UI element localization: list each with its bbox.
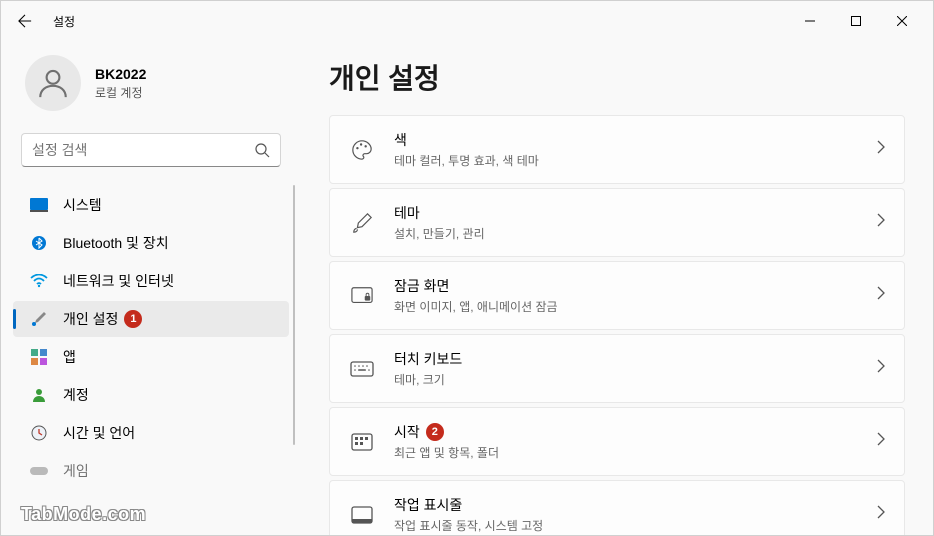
- sidebar-item-label: 계정: [63, 385, 89, 405]
- lock-icon: [348, 282, 376, 310]
- sidebar-item-gaming[interactable]: 게임: [13, 453, 289, 489]
- sidebar: BK2022 로컬 계정 시스템 Bluetooth 및 장치 네트워크 및 인…: [1, 41, 301, 535]
- annotation-badge: 2: [426, 423, 444, 441]
- sidebar-item-label: 게임: [63, 461, 89, 481]
- sidebar-item-label: 네트워크 및 인터넷: [63, 271, 174, 291]
- sidebar-item-label: 앱: [63, 347, 76, 367]
- card-subtitle: 설치, 만들기, 관리: [394, 225, 876, 242]
- search-box[interactable]: [21, 133, 281, 167]
- annotation-badge: 1: [124, 310, 142, 328]
- minimize-button[interactable]: [787, 5, 833, 37]
- user-name: BK2022: [95, 66, 146, 82]
- sidebar-item-label: 개인 설정: [63, 309, 118, 329]
- avatar-icon: [36, 66, 70, 100]
- card-title: 작업 표시줄: [394, 495, 462, 515]
- user-type: 로컬 계정: [95, 84, 146, 101]
- nav-list: 시스템 Bluetooth 및 장치 네트워크 및 인터넷 개인 설정 1 앱: [9, 185, 293, 535]
- close-button[interactable]: [879, 5, 925, 37]
- start-icon: [348, 428, 376, 456]
- page-title: 개인 설정: [329, 57, 905, 97]
- card-themes[interactable]: 테마 설치, 만들기, 관리: [329, 188, 905, 257]
- apps-icon: [29, 347, 49, 367]
- titlebar: 설정: [1, 1, 933, 41]
- brush-icon: [348, 209, 376, 237]
- chevron-right-icon: [876, 140, 886, 159]
- app-title: 설정: [53, 13, 75, 30]
- sidebar-item-apps[interactable]: 앱: [13, 339, 289, 375]
- user-section[interactable]: BK2022 로컬 계정: [9, 41, 293, 129]
- sidebar-item-label: 시간 및 언어: [63, 423, 135, 443]
- sidebar-item-label: 시스템: [63, 195, 102, 215]
- brush-icon: [29, 309, 49, 329]
- system-icon: [29, 195, 49, 215]
- palette-icon: [348, 136, 376, 164]
- card-subtitle: 화면 이미지, 앱, 애니메이션 잠금: [394, 298, 876, 315]
- scrollbar[interactable]: [293, 185, 295, 445]
- taskbar-icon: [348, 501, 376, 529]
- chevron-right-icon: [876, 286, 886, 305]
- card-subtitle: 작업 표시줄 동작, 시스템 고정: [394, 517, 876, 534]
- card-start[interactable]: 시작 2 최근 앱 및 항목, 폴더: [329, 407, 905, 476]
- card-touch-keyboard[interactable]: 터치 키보드 테마, 크기: [329, 334, 905, 403]
- arrow-left-icon: [18, 14, 32, 28]
- back-button[interactable]: [9, 5, 41, 37]
- window-controls: [787, 5, 925, 37]
- keyboard-icon: [348, 355, 376, 383]
- card-title: 색: [394, 130, 407, 150]
- minimize-icon: [805, 16, 815, 26]
- card-title: 터치 키보드: [394, 349, 462, 369]
- clock-icon: [29, 423, 49, 443]
- maximize-icon: [851, 16, 861, 26]
- sidebar-item-label: Bluetooth 및 장치: [63, 233, 169, 253]
- card-subtitle: 테마, 크기: [394, 371, 876, 388]
- wifi-icon: [29, 271, 49, 291]
- bluetooth-icon: [29, 233, 49, 253]
- sidebar-item-accounts[interactable]: 계정: [13, 377, 289, 413]
- card-title: 시작: [394, 422, 420, 442]
- card-lockscreen[interactable]: 잠금 화면 화면 이미지, 앱, 애니메이션 잠금: [329, 261, 905, 330]
- close-icon: [897, 16, 907, 26]
- account-icon: [29, 385, 49, 405]
- chevron-right-icon: [876, 432, 886, 451]
- card-colors[interactable]: 색 테마 컬러, 투명 효과, 색 테마: [329, 115, 905, 184]
- card-taskbar[interactable]: 작업 표시줄 작업 표시줄 동작, 시스템 고정: [329, 480, 905, 535]
- card-subtitle: 테마 컬러, 투명 효과, 색 테마: [394, 152, 876, 169]
- main-panel: 개인 설정 색 테마 컬러, 투명 효과, 색 테마 테마 설치, 만들기, 관…: [301, 41, 933, 535]
- avatar: [25, 55, 81, 111]
- maximize-button[interactable]: [833, 5, 879, 37]
- sidebar-item-network[interactable]: 네트워크 및 인터넷: [13, 263, 289, 299]
- sidebar-item-time[interactable]: 시간 및 언어: [13, 415, 289, 451]
- search-input[interactable]: [32, 142, 254, 158]
- sidebar-item-bluetooth[interactable]: Bluetooth 및 장치: [13, 225, 289, 261]
- card-title: 잠금 화면: [394, 276, 449, 296]
- chevron-right-icon: [876, 505, 886, 524]
- gaming-icon: [29, 461, 49, 481]
- search-icon: [254, 142, 270, 158]
- card-title: 테마: [394, 203, 420, 223]
- card-subtitle: 최근 앱 및 항목, 폴더: [394, 444, 876, 461]
- chevron-right-icon: [876, 213, 886, 232]
- sidebar-item-personalization[interactable]: 개인 설정 1: [13, 301, 289, 337]
- sidebar-item-system[interactable]: 시스템: [13, 187, 289, 223]
- chevron-right-icon: [876, 359, 886, 378]
